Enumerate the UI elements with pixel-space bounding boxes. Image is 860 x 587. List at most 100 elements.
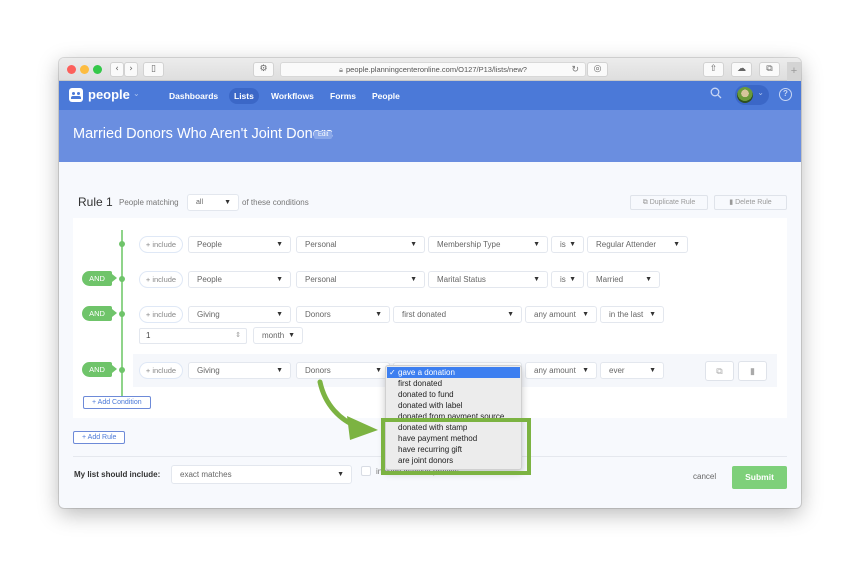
condition-2-operator-select[interactable]: is ▼ — [551, 271, 584, 288]
include-toggle[interactable]: + include — [139, 306, 183, 323]
select-value: month — [262, 331, 285, 340]
chevron-down-icon[interactable]: ⌄ — [133, 89, 140, 98]
select-value: Giving — [197, 366, 220, 375]
caret-down-icon: ▼ — [649, 367, 656, 374]
condition-2-value-select[interactable]: Married ▼ — [587, 271, 660, 288]
reload-icon[interactable]: ↻ — [571, 63, 579, 76]
nav-dashboards[interactable]: Dashboards — [164, 88, 223, 104]
caret-down-icon: ▼ — [533, 241, 540, 248]
new-tab-button[interactable]: + — [787, 62, 801, 81]
icloud-icon[interactable]: ☁ — [731, 62, 752, 77]
condition-3-timeframe-select[interactable]: in the last ▼ — [600, 306, 664, 323]
submit-button[interactable]: Submit — [732, 466, 787, 489]
stepper-icon[interactable]: ⇕ — [235, 329, 241, 343]
number-value: 1 — [146, 331, 151, 340]
chevron-down-icon: ⌄ — [757, 88, 764, 97]
condition-2-category-select[interactable]: People ▼ — [188, 271, 291, 288]
and-connector: AND — [82, 306, 117, 321]
trash-icon: ▮ — [729, 199, 734, 206]
dropdown-option[interactable]: have recurring gift — [386, 444, 521, 455]
condition-4-amount-select[interactable]: any amount ▼ — [525, 362, 597, 379]
and-connector: AND — [82, 362, 117, 377]
nav-people[interactable]: People — [367, 88, 405, 104]
condition-3-amount-select[interactable]: any amount ▼ — [525, 306, 597, 323]
condition-3-period-select[interactable]: month ▼ — [253, 327, 303, 344]
search-icon[interactable] — [710, 87, 722, 102]
close-window-button[interactable] — [67, 65, 76, 74]
select-value: is — [560, 275, 566, 284]
condition-2-group-select[interactable]: Personal ▼ — [296, 271, 425, 288]
select-value: Personal — [305, 240, 337, 249]
condition-1-group-select[interactable]: Personal ▼ — [296, 236, 425, 253]
app-navbar: people ⌄ Dashboards Lists Workflows Form… — [59, 81, 801, 110]
app-switcher[interactable]: people — [88, 87, 130, 102]
duplicate-rule-label: Duplicate Rule — [649, 199, 696, 206]
condition-3-number-input[interactable]: 1 ⇕ — [139, 328, 247, 344]
condition-3-field-select[interactable]: first donated ▼ — [393, 306, 522, 323]
add-condition-button[interactable]: + Add Condition — [83, 396, 151, 409]
include-toggle[interactable]: + include — [139, 236, 183, 253]
include-toggle[interactable]: + include — [139, 362, 183, 379]
condition-4-timeframe-select[interactable]: ever ▼ — [600, 362, 664, 379]
dropdown-option[interactable]: are joint donors — [386, 455, 521, 466]
share-icon[interactable]: ⇧ — [703, 62, 724, 77]
dropdown-option[interactable]: have payment method — [386, 433, 521, 444]
include-toggle[interactable]: + include — [139, 271, 183, 288]
tabs-overview-icon[interactable]: ⧉ — [759, 62, 780, 77]
browser-toolbar: ‹ › ▯ ⚙ 🔒︎ people.planningcenteronline.co… — [59, 58, 801, 81]
duplicate-condition-button[interactable]: ⧉ — [705, 361, 734, 381]
nav-workflows[interactable]: Workflows — [266, 88, 319, 104]
dropdown-option[interactable]: donated to fund — [386, 389, 521, 400]
zoom-window-button[interactable] — [93, 65, 102, 74]
condition-2-field-select[interactable]: Marital Status ▼ — [428, 271, 548, 288]
page-title: Married Donors Who Aren't Joint Donors — [73, 126, 333, 142]
caret-down-icon: ▼ — [582, 311, 589, 318]
minimize-window-button[interactable] — [80, 65, 89, 74]
condition-3-group-select[interactable]: Donors ▼ — [296, 306, 390, 323]
nav-lists[interactable]: Lists — [229, 88, 259, 104]
edit-title-button[interactable]: Edit — [314, 131, 333, 139]
dropdown-option[interactable]: donated with stamp — [386, 422, 521, 433]
condition-3-category-select[interactable]: Giving ▼ — [188, 306, 291, 323]
dropdown-option[interactable]: donated with label — [386, 400, 521, 411]
condition-4-group-select[interactable]: Donors ▼ — [296, 362, 390, 379]
duplicate-rule-button[interactable]: ⧉ Duplicate Rule — [630, 195, 708, 210]
avatar — [737, 87, 753, 103]
condition-1-field-select[interactable]: Membership Type ▼ — [428, 236, 548, 253]
matching-value: all — [196, 199, 204, 206]
condition-1-value-select[interactable]: Regular Attender ▼ — [587, 236, 688, 253]
duplicate-icon: ⧉ — [642, 199, 648, 206]
caret-down-icon: ▼ — [533, 276, 540, 283]
include-inactive-checkbox[interactable] — [361, 466, 371, 476]
delete-condition-button[interactable]: ▮ — [738, 361, 767, 381]
condition-1-operator-select[interactable]: is ▼ — [551, 236, 584, 253]
condition-1-category-select[interactable]: People ▼ — [188, 236, 291, 253]
condition-4-category-select[interactable]: Giving ▼ — [188, 362, 291, 379]
forward-icon[interactable]: › — [124, 62, 138, 77]
caret-down-icon: ▼ — [649, 311, 656, 318]
sidebar-icon[interactable]: ▯ — [143, 62, 164, 77]
page-header: Married Donors Who Aren't Joint Donors E… — [59, 110, 801, 162]
nav-forms[interactable]: Forms — [325, 88, 361, 104]
cancel-link[interactable]: cancel — [693, 472, 716, 481]
add-rule-button[interactable]: + Add Rule — [73, 431, 126, 444]
matching-select[interactable]: all ▼ — [187, 194, 239, 211]
dropdown-option[interactable]: first donated — [386, 378, 521, 389]
reader-icon[interactable]: ◎ — [587, 62, 608, 77]
url-bar[interactable]: 🔒︎ people.planningcenteronline.com/O127/P… — [280, 62, 586, 77]
dropdown-option-selected[interactable]: ✓ gave a donation — [387, 367, 520, 378]
extension-icon[interactable]: ⚙ — [253, 62, 274, 77]
help-icon[interactable]: ? — [779, 88, 792, 101]
list-include-select[interactable]: exact matches ▼ — [171, 465, 352, 484]
caret-down-icon: ▼ — [288, 332, 295, 339]
caret-down-icon: ▼ — [224, 199, 231, 206]
delete-rule-button[interactable]: ▮ Delete Rule — [714, 195, 787, 210]
lock-icon: 🔒︎ — [339, 65, 344, 74]
dropdown-option[interactable]: donated from payment source — [386, 411, 521, 422]
people-logo-icon[interactable] — [69, 88, 83, 102]
user-menu[interactable]: ⌄ — [735, 85, 769, 105]
back-icon[interactable]: ‹ — [110, 62, 124, 77]
condition-dot — [119, 241, 125, 247]
delete-rule-label: Delete Rule — [735, 199, 772, 206]
caret-down-icon: ▼ — [276, 241, 283, 248]
